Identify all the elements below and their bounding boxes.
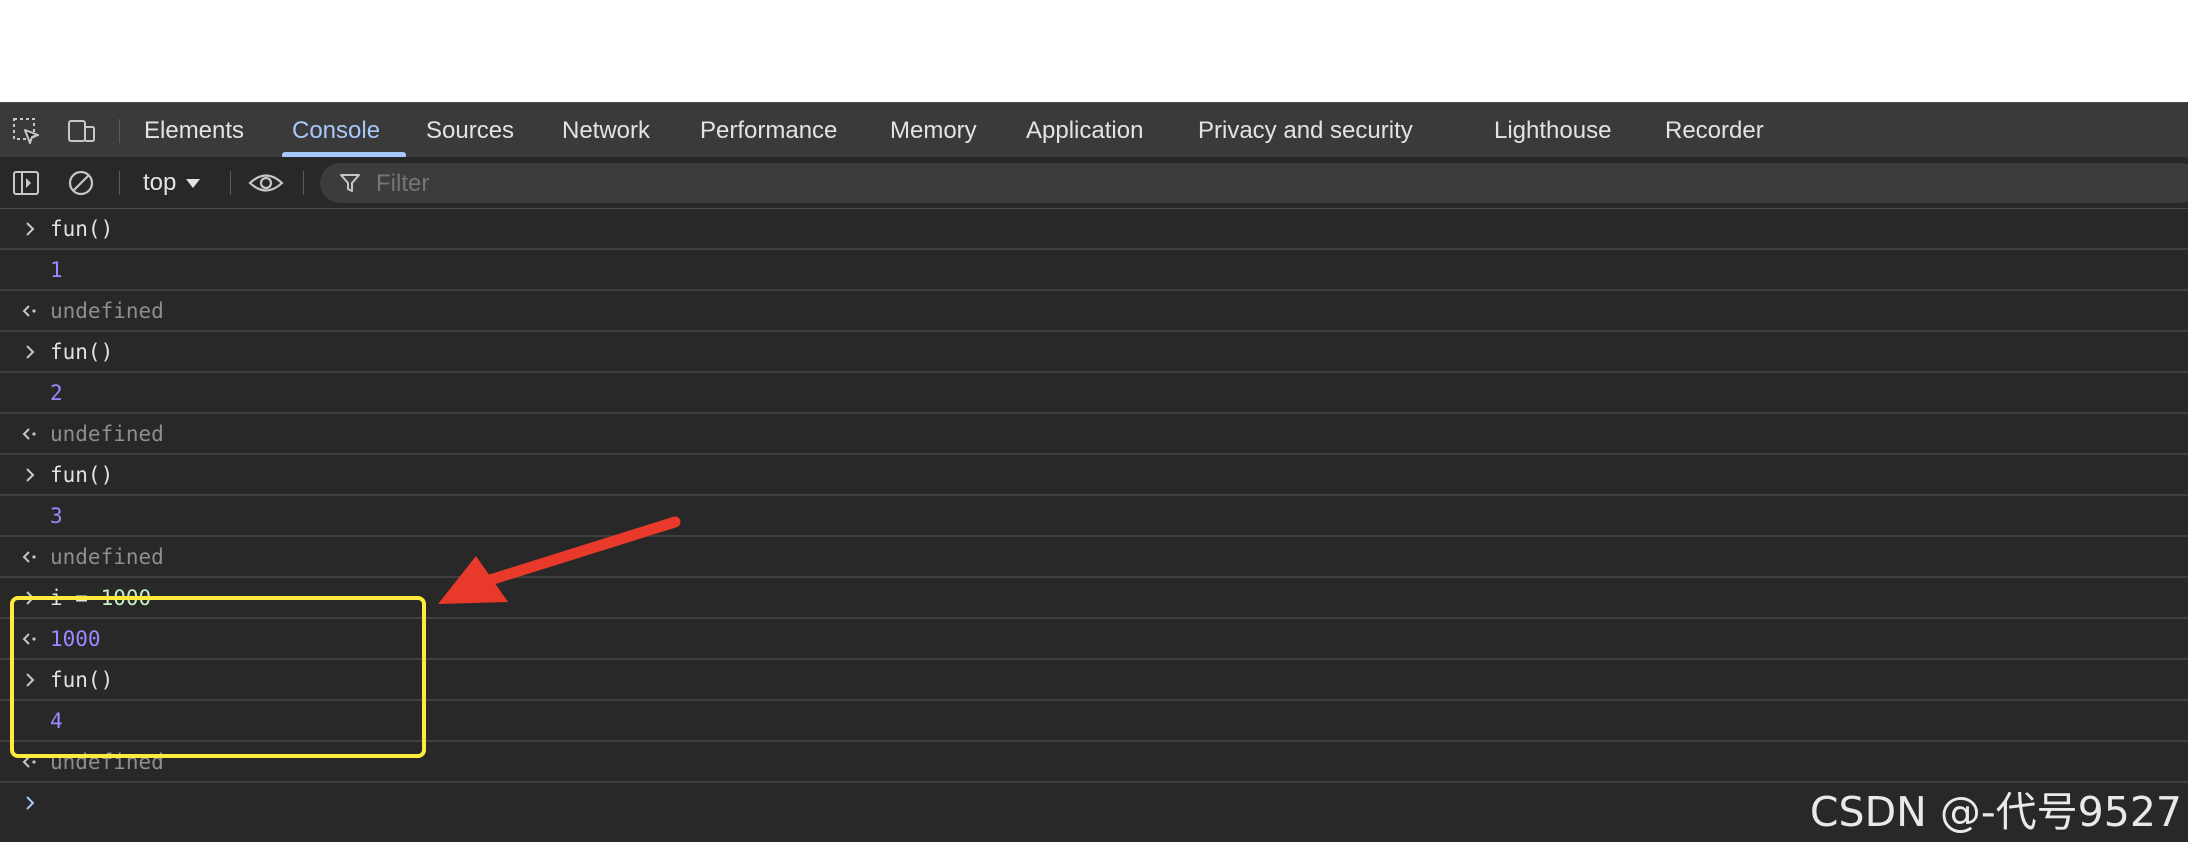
console-input-text: fun() <box>50 463 114 487</box>
console-log-value: 3 <box>50 504 63 528</box>
clear-console-icon[interactable] <box>66 168 96 198</box>
console-log-row: 1 <box>0 250 2188 291</box>
console-result-value: 1000 <box>50 627 101 651</box>
console-input-text: fun() <box>50 668 114 692</box>
console-result-value: undefined <box>50 299 164 323</box>
console-input-row[interactable]: fun() <box>0 209 2188 250</box>
console-log-row: 3 <box>0 496 2188 537</box>
caret-down-icon <box>186 179 201 189</box>
console-input-row[interactable]: fun() <box>0 660 2188 701</box>
console-input-text: fun() <box>50 340 114 364</box>
assignment-number: 1000 <box>100 586 152 610</box>
filter-box[interactable] <box>320 163 2188 205</box>
tab-performance[interactable]: Performance <box>700 103 837 158</box>
console-result-value: undefined <box>50 545 164 569</box>
tab-memory[interactable]: Memory <box>890 103 977 158</box>
sidebar-toggle-icon[interactable] <box>11 168 41 198</box>
prompt-chevron-icon <box>26 796 35 810</box>
console-input-text: fun() <box>50 217 114 241</box>
tab-sources[interactable]: Sources <box>426 103 514 158</box>
tab-privacy-and-security[interactable]: Privacy and security <box>1198 103 1413 158</box>
toolbar-divider <box>119 171 120 195</box>
inspect-element-icon[interactable] <box>11 116 41 146</box>
console-result-row: undefined <box>0 537 2188 578</box>
console-result-row: undefined <box>0 291 2188 332</box>
result-arrow-icon <box>22 428 36 440</box>
execution-context-label: top <box>143 169 177 196</box>
filter-funnel-icon <box>340 174 360 192</box>
console-input-text: i = 1000 <box>50 578 151 619</box>
result-arrow-icon <box>22 756 36 768</box>
result-arrow-icon <box>22 551 36 563</box>
tab-console[interactable]: Console <box>292 103 380 158</box>
assignment-prefix: i = <box>50 586 101 610</box>
filter-input[interactable] <box>374 163 978 205</box>
console-input-row[interactable]: i = 1000 <box>0 578 2188 619</box>
console-input-row[interactable]: fun() <box>0 455 2188 496</box>
input-chevron-icon <box>26 673 35 687</box>
devtools-panel: Elements Console Sources Network Perform… <box>0 102 2188 842</box>
input-chevron-icon <box>26 222 35 236</box>
console-messages: fun() 1 undefined fun() 2 undefined fun(… <box>0 209 2188 824</box>
watermark: CSDN @-代号9527 <box>1809 788 2182 836</box>
execution-context-select[interactable]: top <box>143 157 201 209</box>
tab-elements[interactable]: Elements <box>144 103 244 158</box>
input-chevron-icon <box>26 468 35 482</box>
tab-lighthouse[interactable]: Lighthouse <box>1494 103 1611 158</box>
live-expression-eye-icon[interactable] <box>248 168 284 198</box>
annotation-arrow-icon <box>438 516 681 604</box>
console-result-value: undefined <box>50 750 164 774</box>
result-arrow-icon <box>22 305 36 317</box>
tab-recorder[interactable]: Recorder <box>1665 103 1764 158</box>
toolbar-divider <box>230 171 231 195</box>
result-arrow-icon <box>22 633 36 645</box>
input-chevron-icon <box>26 591 35 605</box>
devtools-tabbar: Elements Console Sources Network Perform… <box>0 102 2188 157</box>
device-toolbar-icon[interactable] <box>66 116 96 146</box>
console-result-row: 1000 <box>0 619 2188 660</box>
console-result-value: undefined <box>50 422 164 446</box>
console-result-row: undefined <box>0 414 2188 455</box>
console-input-row[interactable]: fun() <box>0 332 2188 373</box>
console-log-value: 4 <box>50 709 63 733</box>
console-log-value: 1 <box>50 258 63 282</box>
input-chevron-icon <box>26 345 35 359</box>
toolbar-divider <box>303 171 304 195</box>
console-log-row: 2 <box>0 373 2188 414</box>
console-log-value: 2 <box>50 381 63 405</box>
console-log-row: 4 <box>0 701 2188 742</box>
console-result-row: undefined <box>0 742 2188 783</box>
tabbar-divider <box>119 119 120 143</box>
console-toolbar: top <box>0 157 2188 209</box>
tab-application[interactable]: Application <box>1026 103 1143 158</box>
tab-network[interactable]: Network <box>562 103 650 158</box>
